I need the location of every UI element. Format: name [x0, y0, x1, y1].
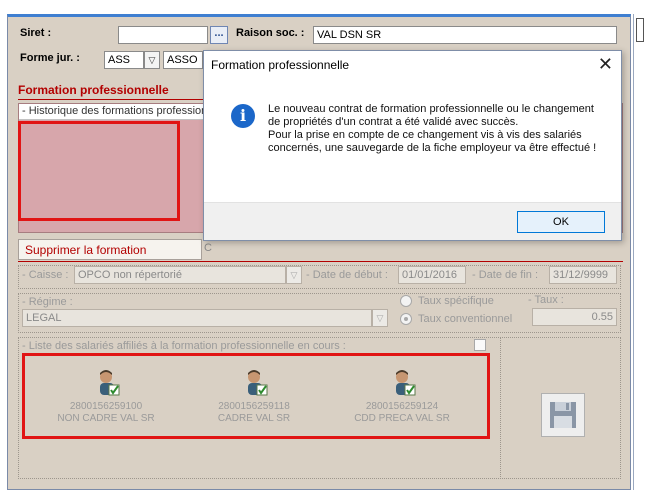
employee-name: NON CADRE VAL SR: [57, 413, 155, 424]
chevron-down-icon[interactable]: ▽: [372, 309, 388, 327]
taux-input[interactable]: 0.55: [532, 308, 617, 326]
date-fin-label: - Date de fin :: [472, 269, 539, 281]
background-window-edge: [633, 14, 647, 490]
chevron-down-icon[interactable]: ▽: [144, 51, 160, 69]
vertical-divider: [500, 337, 501, 477]
forme-juridique-label: Forme jur. :: [20, 52, 80, 64]
truncated-text: C: [204, 242, 212, 254]
section-title: Formation professionnelle: [18, 83, 169, 97]
forme-juridique-text[interactable]: ASSO: [163, 51, 203, 69]
regime-label: - Régime :: [22, 296, 73, 308]
delete-formation-button[interactable]: Supprimer la formation: [18, 239, 202, 260]
employee-card-1[interactable]: 2800156259118 CADRE VAL SR: [174, 367, 334, 425]
info-icon: i: [231, 104, 255, 128]
salaries-select-all-checkbox[interactable]: [474, 339, 486, 351]
siret-lookup-button[interactable]: ...: [210, 26, 228, 44]
raison-sociale-label: Raison soc. :: [236, 27, 305, 39]
employee-card-0[interactable]: 2800156259100 NON CADRE VAL SR: [26, 367, 186, 425]
siret-input[interactable]: [118, 26, 208, 44]
save-button[interactable]: [541, 393, 585, 437]
screen: Siret : ... Raison soc. : VAL DSN SR For…: [0, 0, 647, 493]
dialog-title: Formation professionnelle: [211, 58, 350, 72]
confirmation-dialog: Formation professionnelle ✕ i Le nouveau…: [203, 50, 622, 241]
date-debut-input[interactable]: 01/01/2016: [398, 266, 466, 284]
floppy-disk-icon: [550, 402, 576, 428]
employee-id: 2800156259118: [218, 401, 290, 412]
user-checked-icon: [248, 370, 268, 396]
dialog-footer: OK: [204, 202, 621, 240]
forme-juridique-code[interactable]: ASS: [104, 51, 144, 69]
taux-specifique-label: Taux spécifique: [418, 295, 494, 307]
dialog-message-line-1: Le nouveau contrat de formation professi…: [268, 103, 594, 128]
employee-name: CDD PRECA VAL SR: [354, 413, 450, 424]
siret-label: Siret :: [20, 27, 52, 39]
caisse-select[interactable]: OPCO non répertorié: [74, 266, 286, 284]
raison-sociale-input[interactable]: VAL DSN SR: [313, 26, 617, 44]
employee-name: CADRE VAL SR: [217, 413, 291, 424]
background-window-control: [636, 18, 644, 42]
close-icon[interactable]: ✕: [598, 54, 613, 74]
highlight-box-history: [18, 121, 180, 221]
taux-conventionnel-radio[interactable]: [400, 313, 412, 325]
dialog-message: Le nouveau contrat de formation professi…: [268, 103, 598, 155]
employee-card-2[interactable]: 2800156259124 CDD PRECA VAL SR: [322, 367, 482, 425]
user-checked-icon: [396, 370, 416, 396]
employee-id: 2800156259100: [69, 401, 143, 412]
employee-id: 2800156259124: [365, 401, 439, 412]
regime-select[interactable]: LEGAL: [22, 309, 372, 327]
dialog-message-line-2: Pour la prise en compte de ce changement…: [268, 129, 597, 154]
taux-specifique-radio[interactable]: [400, 295, 412, 307]
salaries-label: - Liste des salariés affiliés à la forma…: [22, 340, 346, 352]
date-debut-label: - Date de début :: [306, 269, 388, 281]
taux-label: - Taux :: [528, 294, 564, 306]
taux-conventionnel-label: Taux conventionnel: [418, 313, 513, 325]
caisse-label: - Caisse :: [22, 269, 69, 281]
chevron-down-icon[interactable]: ▽: [286, 266, 302, 284]
ok-button[interactable]: OK: [517, 211, 605, 233]
delete-divider: [18, 261, 623, 262]
date-fin-input[interactable]: 31/12/9999: [549, 266, 617, 284]
user-checked-icon: [100, 370, 120, 396]
